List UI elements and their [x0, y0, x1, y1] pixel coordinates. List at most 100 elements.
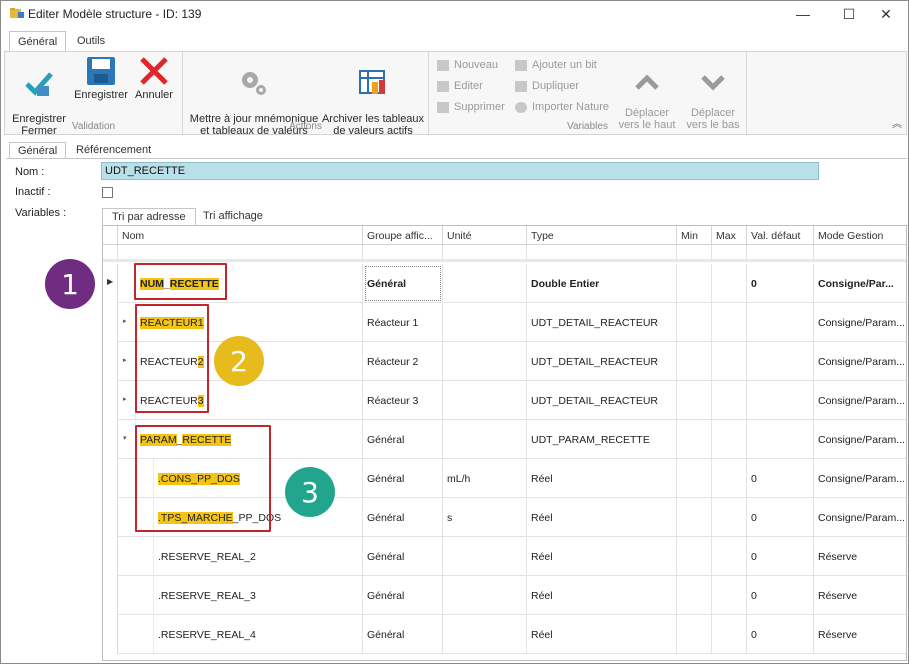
- cell-unit[interactable]: s: [443, 498, 527, 537]
- import-nature-button[interactable]: Importer Nature: [515, 100, 609, 114]
- row-indicator[interactable]: [103, 576, 118, 615]
- cell-type[interactable]: UDT_PARAM_RECETTE: [527, 420, 677, 459]
- cell-mode[interactable]: Réserve: [814, 576, 906, 615]
- cell-group[interactable]: Réacteur 3: [363, 381, 443, 420]
- grid-tab-sort-address[interactable]: Tri par adresse: [102, 208, 196, 226]
- cell-max[interactable]: [712, 576, 747, 615]
- cell-group[interactable]: Général: [363, 459, 443, 498]
- cell-unit[interactable]: [443, 420, 527, 459]
- table-row[interactable]: ▸ REACTEUR 3 Réacteur 3 UDT_DETAIL_REACTEUR C…: [103, 381, 906, 420]
- cell-mode[interactable]: Consigne/Param...: [814, 303, 906, 342]
- cell-max[interactable]: [712, 420, 747, 459]
- cell-max[interactable]: [712, 264, 747, 303]
- cell-unit[interactable]: mL/h: [443, 459, 527, 498]
- cell-type[interactable]: Réel: [527, 576, 677, 615]
- header-name[interactable]: Nom: [118, 226, 363, 245]
- cell-min[interactable]: [677, 381, 712, 420]
- cell-default[interactable]: 0: [747, 498, 814, 537]
- cell-name[interactable]: .RESERVE_REAL_4: [154, 615, 363, 654]
- row-indicator[interactable]: ▶: [103, 264, 118, 303]
- header-type[interactable]: Type: [527, 226, 677, 245]
- cell-name[interactable]: .RESERVE_REAL_3: [154, 576, 363, 615]
- cell-mode[interactable]: Consigne/Param...: [814, 498, 906, 537]
- expand-row-icon[interactable]: ▸: [123, 317, 127, 325]
- row-indicator[interactable]: [103, 537, 118, 576]
- cell-min[interactable]: [677, 537, 712, 576]
- table-row[interactable]: .RESERVE_REAL_2 Général Réel 0 Réserve: [103, 537, 906, 576]
- delete-variable-button[interactable]: Supprimer: [437, 100, 505, 114]
- row-indicator[interactable]: [103, 459, 118, 498]
- collapse-ribbon-icon[interactable]: ︽: [892, 115, 902, 130]
- row-indicator[interactable]: [103, 420, 118, 459]
- cell-default[interactable]: 0: [747, 576, 814, 615]
- header-default[interactable]: Val. défaut: [747, 226, 814, 245]
- add-bit-button[interactable]: Ajouter un bit: [515, 58, 597, 72]
- cell-type[interactable]: Réel: [527, 498, 677, 537]
- edit-variable-button[interactable]: Editer: [437, 79, 483, 93]
- cell-mode[interactable]: Réserve: [814, 537, 906, 576]
- expand-row-icon[interactable]: ▸: [123, 356, 127, 364]
- table-row[interactable]: .RESERVE_REAL_4 Général Réel 0 Réserve: [103, 615, 906, 654]
- collapse-row-icon[interactable]: ▾: [123, 434, 127, 442]
- cancel-button[interactable]: Annuler: [129, 56, 179, 101]
- save-button[interactable]: Enregistrer: [71, 56, 131, 101]
- table-row[interactable]: ▸ REACTEUR1 Réacteur 1 UDT_DETAIL_REACTEUR C…: [103, 303, 906, 342]
- cell-mode[interactable]: Consigne/Param...: [814, 342, 906, 381]
- row-indicator[interactable]: [103, 342, 118, 381]
- cell-type[interactable]: Double Entier: [527, 264, 677, 303]
- cell-mode[interactable]: Consigne/Param...: [814, 381, 906, 420]
- header-min[interactable]: Min: [677, 226, 712, 245]
- cell-group[interactable]: Général: [363, 498, 443, 537]
- header-max[interactable]: Max: [712, 226, 747, 245]
- cell-unit[interactable]: [443, 615, 527, 654]
- cell-unit[interactable]: [443, 537, 527, 576]
- cell-type[interactable]: UDT_DETAIL_REACTEUR: [527, 381, 677, 420]
- cell-default[interactable]: [747, 381, 814, 420]
- cell-group[interactable]: Réacteur 1: [363, 303, 443, 342]
- cell-group[interactable]: Général: [363, 615, 443, 654]
- cell-min[interactable]: [677, 420, 712, 459]
- cell-max[interactable]: [712, 303, 747, 342]
- cell-min[interactable]: [677, 264, 712, 303]
- cell-min[interactable]: [677, 615, 712, 654]
- row-indicator[interactable]: [103, 303, 118, 342]
- cell-group[interactable]: Général: [363, 576, 443, 615]
- expand-row-icon[interactable]: ▸: [123, 395, 127, 403]
- cell-unit[interactable]: [443, 264, 527, 303]
- cell-type[interactable]: Réel: [527, 459, 677, 498]
- cell-default[interactable]: 0: [747, 615, 814, 654]
- cell-name[interactable]: .RESERVE_REAL_2: [154, 537, 363, 576]
- cell-default[interactable]: [747, 303, 814, 342]
- inactive-checkbox[interactable]: [102, 187, 113, 198]
- cell-unit[interactable]: [443, 381, 527, 420]
- duplicate-button[interactable]: Dupliquer: [515, 79, 579, 93]
- cell-group[interactable]: Général: [363, 537, 443, 576]
- cell-default[interactable]: [747, 420, 814, 459]
- cell-mode[interactable]: Consigne/Param...: [814, 459, 906, 498]
- header-mode[interactable]: Mode Gestion: [814, 226, 906, 245]
- filter-row[interactable]: [103, 245, 906, 262]
- cell-min[interactable]: [677, 303, 712, 342]
- cell-max[interactable]: [712, 381, 747, 420]
- cell-mode[interactable]: Consigne/Param...: [814, 420, 906, 459]
- row-indicator[interactable]: [103, 615, 118, 654]
- cell-min[interactable]: [677, 576, 712, 615]
- cell-max[interactable]: [712, 498, 747, 537]
- cell-group[interactable]: Général: [363, 264, 443, 303]
- cell-mode[interactable]: Réserve: [814, 615, 906, 654]
- cell-max[interactable]: [712, 615, 747, 654]
- cell-default[interactable]: 0: [747, 537, 814, 576]
- table-row[interactable]: .RESERVE_REAL_3 Général Réel 0 Réserve: [103, 576, 906, 615]
- row-indicator[interactable]: [103, 498, 118, 537]
- cell-default[interactable]: [747, 342, 814, 381]
- cell-type[interactable]: UDT_DETAIL_REACTEUR: [527, 342, 677, 381]
- ribbon-tab-tools[interactable]: Outils: [69, 31, 113, 52]
- cell-max[interactable]: [712, 342, 747, 381]
- row-indicator[interactable]: [103, 381, 118, 420]
- cell-min[interactable]: [677, 498, 712, 537]
- new-variable-button[interactable]: Nouveau: [437, 58, 498, 72]
- cell-type[interactable]: UDT_DETAIL_REACTEUR: [527, 303, 677, 342]
- name-input[interactable]: UDT_RECETTE: [101, 162, 819, 180]
- cell-min[interactable]: [677, 459, 712, 498]
- cell-group[interactable]: Réacteur 2: [363, 342, 443, 381]
